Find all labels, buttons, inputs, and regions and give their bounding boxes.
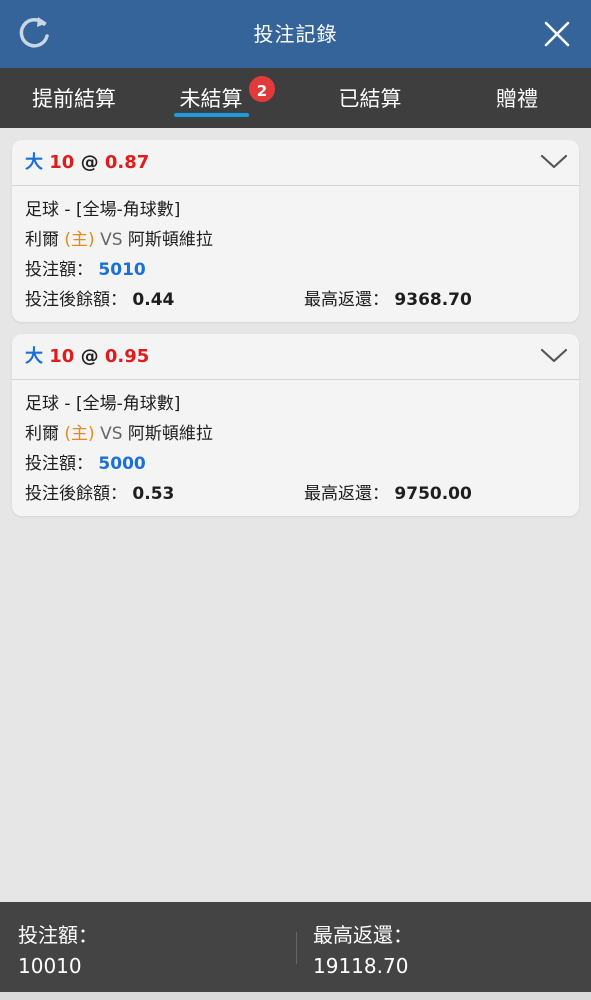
vs-label: VS [100,424,123,444]
tab-early-settlement[interactable]: 提前結算 [0,68,148,128]
max-return-value: 9750.00 [394,484,472,504]
bet-stake-row: 投注額： 5000 [25,450,566,480]
unsettled-count-badge: 2 [247,74,277,104]
balance-label: 投注後餘額： [25,484,127,504]
max-return-label: 最高返還： [304,484,389,504]
bet-card-header[interactable]: 大 10 @ 0.95 [12,334,579,380]
bet-selection: 大 [25,346,43,367]
bet-balance-row: 投注後餘額： 0.44 最高返還： 9368.70 [25,286,566,316]
bet-card-header[interactable]: 大 10 @ 0.87 [12,140,579,186]
tab-label: 贈禮 [496,87,538,111]
bet-card[interactable]: 大 10 @ 0.95 足球 - [全場-角球數] 利爾 (主) VS 阿斯頓維… [12,334,579,516]
bet-at-sign: @ [80,346,99,367]
tab-settled[interactable]: 已結算 [296,68,444,128]
bet-selection: 大 [25,152,43,173]
home-team: 利爾 [25,230,59,250]
total-max-return: 最高返還： 19118.70 [313,920,413,982]
stake-amount: 5010 [98,260,146,280]
close-icon[interactable] [541,18,573,50]
balance-label: 投注後餘額： [25,290,127,310]
bet-odds: 0.95 [104,346,150,367]
max-return-label: 最高返還： [304,290,389,310]
home-tag: (主) [64,230,95,250]
bet-market: 足球 - [全場-角球數] [25,394,181,414]
bet-teams: 利爾 (主) VS 阿斯頓維拉 [25,420,566,450]
away-team: 阿斯頓維拉 [127,230,213,250]
bottom-strip [0,992,591,1000]
home-team: 利爾 [25,424,59,444]
total-stake-value: 10010 [18,954,82,978]
footer-divider [296,932,297,964]
chevron-down-icon[interactable] [539,346,569,366]
stake-label: 投注額： [25,454,93,474]
vs-label: VS [100,230,123,250]
tab-label: 未結算 [173,68,249,130]
title-bar: 投注記錄 [0,0,591,68]
max-return-value: 9368.70 [394,290,472,310]
stake-amount: 5000 [98,454,146,474]
bet-at-sign: @ [80,152,99,173]
balance-value: 0.53 [132,484,175,504]
tab-gifts[interactable]: 贈禮 [443,68,591,128]
bet-market: 足球 - [全場-角球數] [25,200,181,220]
away-team: 阿斯頓維拉 [127,424,213,444]
bet-line: 10 [49,152,75,173]
bet-teams: 利爾 (主) VS 阿斯頓維拉 [25,226,566,256]
balance-value: 0.44 [132,290,175,310]
tab-label: 已結算 [338,87,402,111]
tab-bar: 提前結算 未結算 2 已結算 贈禮 [0,68,591,128]
bet-odds: 0.87 [104,152,150,173]
total-max-return-value: 19118.70 [313,954,409,978]
stake-label: 投注額： [25,260,93,280]
total-stake: 投注額： 10010 [18,920,98,982]
bet-stake-row: 投注額： 5010 [25,256,566,286]
bet-card[interactable]: 大 10 @ 0.87 足球 - [全場-角球數] 利爾 (主) VS 阿斯頓維… [12,140,579,322]
page-title: 投注記錄 [253,22,338,46]
total-stake-label: 投注額： [18,923,98,947]
bet-line: 10 [49,346,75,367]
summary-footer: 投注額： 10010 最高返還： 19118.70 [0,902,591,992]
chevron-down-icon[interactable] [539,152,569,172]
total-max-return-label: 最高返還： [313,923,413,947]
tab-label: 提前結算 [32,87,116,111]
bet-balance-row: 投注後餘額： 0.53 最高返還： 9750.00 [25,480,566,510]
home-tag: (主) [64,424,95,444]
